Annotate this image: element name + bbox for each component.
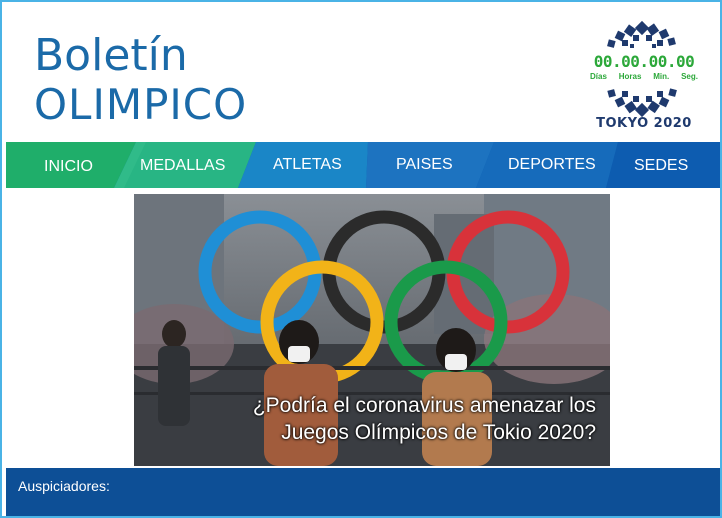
nav-item-paises[interactable]: PAISES: [396, 156, 453, 174]
headline[interactable]: ¿Podría el coronavirus amenazar los Jueg…: [194, 392, 596, 446]
headline-line2: Juegos Olímpicos de Tokio 2020?: [281, 421, 596, 444]
nav-item-inicio[interactable]: INICIO: [44, 158, 93, 176]
unit-seconds: Seg.: [681, 72, 698, 81]
main-nav: INICIO MEDALLAS ATLETAS PAISES DEPORTES …: [6, 142, 720, 188]
sponsors-label: Auspiciadores:: [18, 478, 110, 494]
countdown-widget: 00.00.00.00 Días Horas Min. Seg. TOKYO 2…: [586, 18, 702, 136]
header: Boletín OLIMPICO 00.00.00.00 Días Horas …: [2, 2, 720, 142]
countdown-value: 00.00.00.00: [593, 52, 695, 71]
footer: Auspiciadores:: [6, 468, 720, 516]
nav-item-sedes[interactable]: SEDES: [634, 157, 688, 175]
headline-line1: ¿Podría el coronavirus amenazar los: [252, 394, 596, 417]
nav-item-atletas[interactable]: ATLETAS: [273, 156, 342, 174]
event-label: TOKYO 2020: [596, 116, 692, 131]
site-title-line1[interactable]: Boletín: [34, 30, 188, 81]
countdown-units: Días Horas Min. Seg.: [590, 72, 698, 81]
unit-minutes: Min.: [653, 72, 670, 81]
nav-item-medallas[interactable]: MEDALLAS: [140, 157, 225, 175]
site-title-line2[interactable]: OLIMPICO: [34, 80, 247, 129]
hero-image[interactable]: ¿Podría el coronavirus amenazar los Jueg…: [134, 194, 610, 466]
unit-hours: Horas: [618, 72, 642, 81]
unit-days: Días: [590, 72, 607, 81]
nav-background: [6, 142, 720, 188]
nav-item-deportes[interactable]: DEPORTES: [508, 156, 596, 174]
